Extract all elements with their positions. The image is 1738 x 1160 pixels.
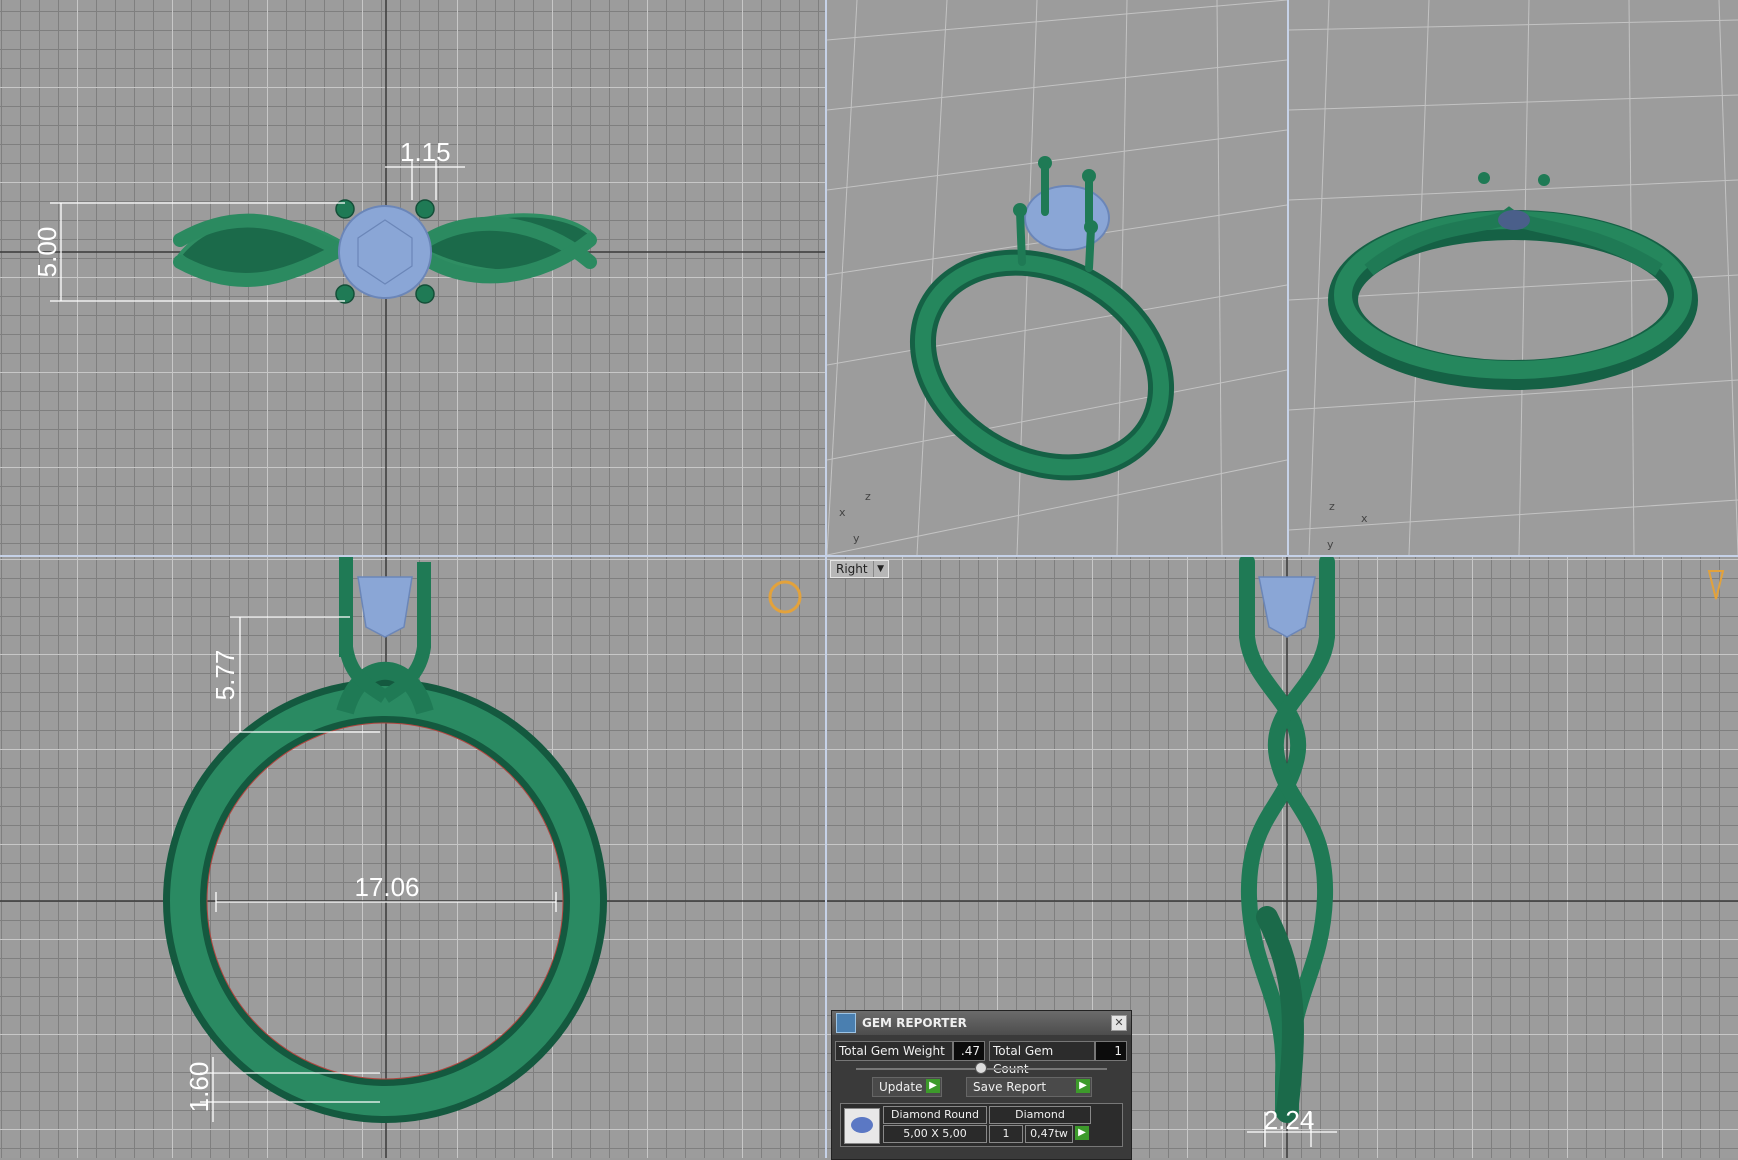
update-button[interactable]: Update ▶ [872,1077,942,1097]
dim-shank-width: 2.24 [1264,1105,1315,1135]
viewport-separator [1287,0,1289,555]
total-gem-count-label: Total Gem Count [989,1041,1095,1076]
dim-head-height: 5.77 [210,650,240,701]
gem-front [357,576,413,638]
gem-reporter-titlebar[interactable]: GEM REPORTER ✕ [832,1011,1131,1035]
perspective-canvas-2: z x y [1289,0,1738,555]
play-icon: ▶ [1076,1079,1090,1093]
axis-y-label: y [853,532,860,545]
viewport-separator [0,555,1738,557]
perspective-canvas: z x y [827,0,1287,555]
gem-list-row[interactable]: Diamond Round Diamond 5,00 X 5,00 1 0,47… [840,1103,1123,1147]
viewport-label[interactable]: Right ▼ [830,560,889,578]
gem-material: Diamond [989,1106,1091,1124]
update-button-label: Update [879,1080,923,1094]
dim-stone-width: 1.15 [400,137,451,167]
viewport-label-text: Right [836,562,868,576]
top-view-canvas: 1.15 5.00 [0,0,825,555]
gem-count: 1 [989,1125,1023,1143]
front-view-canvas: 5.77 17.06 1.60 [0,557,825,1158]
front-viewport[interactable]: 5.77 17.06 1.60 [0,557,825,1158]
svg-text:y: y [1327,538,1334,551]
perspective-viewport-2[interactable]: z x y [1289,0,1738,555]
total-gem-weight-value: .47 [953,1041,985,1061]
gem-slider-knob[interactable] [975,1062,987,1074]
dim-inner-diameter: 17.06 [354,872,419,902]
perspective-viewport[interactable]: z x y [827,0,1287,555]
top-viewport[interactable]: 1.15 5.00 [0,0,825,555]
gem-weight: 0,47tw [1025,1125,1073,1143]
viewport-separator [825,0,827,1158]
svg-text:x: x [1361,512,1368,525]
gem-reporter-title: GEM REPORTER [862,1016,967,1030]
gem-reporter-panel: GEM REPORTER ✕ Total Gem Weight .47 Tota… [831,1010,1132,1160]
gem-side [1258,576,1316,638]
svg-text:z: z [1329,500,1335,513]
play-icon[interactable]: ▶ [1075,1126,1089,1140]
axis-x-label: x [839,506,846,519]
total-gem-weight-label: Total Gem Weight [835,1041,953,1061]
close-icon[interactable]: ✕ [1111,1015,1127,1031]
view-gem-icon[interactable] [1707,570,1725,600]
dim-shank-thickness: 1.60 [184,1062,214,1113]
save-report-label: Save Report [973,1080,1047,1094]
play-icon: ▶ [926,1079,940,1093]
total-gem-count-value: 1 [1095,1041,1127,1061]
gem-thumbnail [844,1108,880,1144]
gem-shape: Diamond Round [883,1106,987,1124]
gem-size: 5,00 X 5,00 [883,1125,987,1143]
axis-z-label: z [865,490,871,503]
ring-icon[interactable] [768,580,802,614]
gem-reporter-icon [836,1013,856,1033]
save-report-button[interactable]: Save Report ▶ [966,1077,1092,1097]
chevron-down-icon[interactable]: ▼ [872,561,888,577]
dim-stone-height: 5.00 [32,227,62,278]
